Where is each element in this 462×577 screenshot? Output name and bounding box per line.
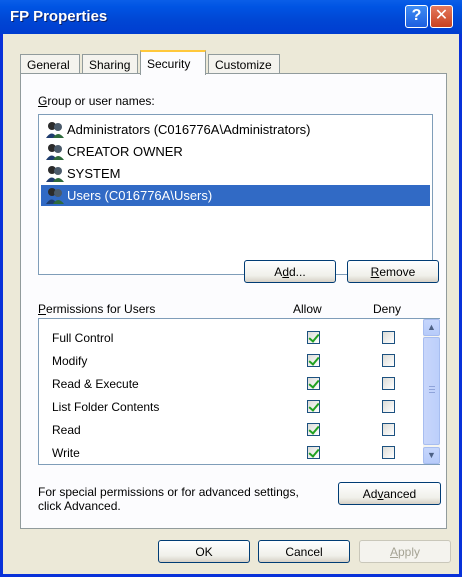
ok-button[interactable]: OK <box>158 540 250 563</box>
permissions-list: Full Control Modify Read & Execute List … <box>38 318 440 465</box>
allow-read-execute-checkbox[interactable] <box>307 377 320 390</box>
properties-dialog: FP Properties ? ✕ General Sharing Securi… <box>0 0 462 577</box>
grip-line <box>429 386 435 387</box>
deny-header: Deny <box>373 302 402 316</box>
tab-sharing[interactable]: Sharing <box>82 54 138 74</box>
scroll-down-icon[interactable]: ▼ <box>423 447 440 464</box>
allow-write-checkbox[interactable] <box>307 446 320 459</box>
help-button[interactable]: ? <box>405 5 428 28</box>
close-button[interactable]: ✕ <box>430 5 453 28</box>
user-group-icon <box>45 165 65 183</box>
table-row: List Folder Contents <box>39 396 419 419</box>
add-button[interactable]: Ad d... <box>244 260 336 283</box>
table-row: Read <box>39 419 419 442</box>
table-row: Modify <box>39 350 419 373</box>
permission-name: Read <box>52 423 81 437</box>
group-user-list[interactable]: Administrators (C016776A\Administrators)… <box>38 114 433 275</box>
list-item[interactable]: SYSTEM <box>41 163 430 184</box>
advanced-button[interactable]: Ad v anced <box>338 482 441 505</box>
special-permissions-text-2: click Advanced. <box>38 499 121 513</box>
scroll-up-icon[interactable]: ▲ <box>423 319 440 336</box>
tab-general[interactable]: General <box>20 54 80 74</box>
list-item-label: Users (C016776A\Users) <box>67 188 213 203</box>
deny-modify-checkbox[interactable] <box>382 354 395 367</box>
permissions-scrollbar[interactable]: ▲ ▼ <box>423 319 440 464</box>
list-item-label: Administrators (C016776A\Administrators) <box>67 122 311 137</box>
allow-full-control-checkbox[interactable] <box>307 331 320 344</box>
list-item-selected[interactable]: Users (C016776A\Users) <box>41 185 430 206</box>
deny-read-execute-checkbox[interactable] <box>382 377 395 390</box>
allow-read-checkbox[interactable] <box>307 423 320 436</box>
user-group-icon <box>45 187 65 205</box>
permissions-label: Permissions for Users <box>38 302 156 316</box>
table-row: Full Control <box>39 327 419 350</box>
user-group-icon <box>45 143 65 161</box>
list-item[interactable]: Administrators (C016776A\Administrators) <box>41 119 430 140</box>
cancel-button[interactable]: Cancel <box>258 540 350 563</box>
permission-name: Write <box>52 446 80 460</box>
allow-modify-checkbox[interactable] <box>307 354 320 367</box>
permission-name: Full Control <box>52 331 114 345</box>
allow-list-folder-checkbox[interactable] <box>307 400 320 413</box>
apply-button[interactable]: Apply <box>359 540 451 563</box>
security-panel: Group or user names: Administrators (C01… <box>20 73 447 529</box>
user-group-icon <box>45 121 65 139</box>
deny-full-control-checkbox[interactable] <box>382 331 395 344</box>
allow-header: Allow <box>293 302 322 316</box>
table-row: Read & Execute <box>39 373 419 396</box>
scroll-thumb[interactable] <box>423 337 440 445</box>
remove-button[interactable]: Remove <box>347 260 439 283</box>
tab-customize[interactable]: Customize <box>208 54 280 74</box>
permission-name: Modify <box>52 354 88 368</box>
grip-line <box>429 389 435 390</box>
grip-line <box>429 392 435 393</box>
deny-read-checkbox[interactable] <box>382 423 395 436</box>
deny-write-checkbox[interactable] <box>382 446 395 459</box>
list-item[interactable]: CREATOR OWNER <box>41 141 430 162</box>
group-names-label: Group or user names: <box>38 94 155 108</box>
table-row: Write <box>39 442 419 465</box>
title-bar[interactable]: FP Properties ? ✕ <box>0 0 462 34</box>
permission-name: List Folder Contents <box>52 400 160 414</box>
list-item-label: CREATOR OWNER <box>67 144 183 159</box>
tab-security[interactable]: Security <box>140 50 206 75</box>
special-permissions-text: For special permissions or for advanced … <box>38 485 299 499</box>
permission-name: Read & Execute <box>52 377 139 391</box>
window-title: FP Properties <box>10 8 108 25</box>
deny-list-folder-checkbox[interactable] <box>382 400 395 413</box>
list-item-label: SYSTEM <box>67 166 121 181</box>
